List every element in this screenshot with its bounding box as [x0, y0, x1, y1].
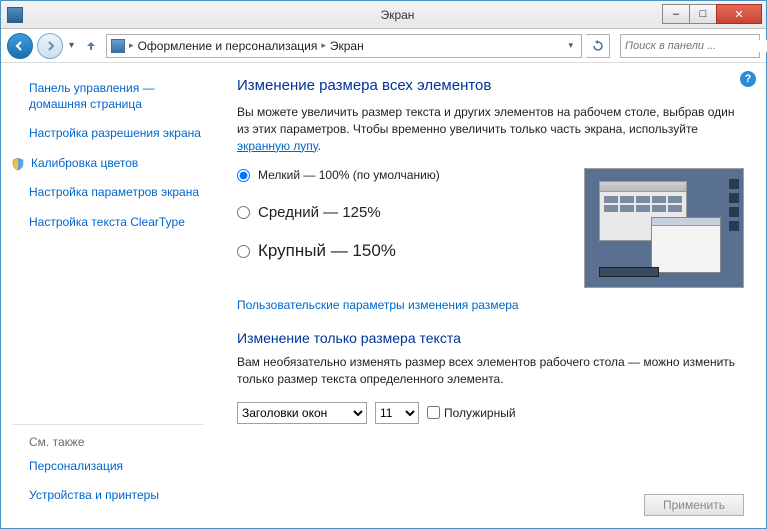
radio-medium-input[interactable] — [237, 206, 250, 219]
sidebar-item-calibration[interactable]: Калибровка цветов — [31, 156, 138, 172]
address-dropdown[interactable]: ▾ — [564, 40, 577, 51]
breadcrumb-sep: ▸ — [321, 40, 326, 51]
titlebar: Экран – □ ✕ — [1, 1, 766, 29]
radio-large-label: Крупный — 150% — [258, 241, 396, 261]
radio-small-label: Мелкий — 100% (по умолчанию) — [258, 168, 440, 182]
radio-large-input[interactable] — [237, 245, 250, 258]
back-button[interactable] — [7, 33, 33, 59]
breadcrumb-2[interactable]: Экран — [330, 39, 364, 53]
sidebar-item-cleartype[interactable]: Настройка текста ClearType — [29, 215, 203, 231]
recent-dropdown[interactable]: ▾ — [69, 40, 74, 51]
magnifier-link[interactable]: экранную лупу — [237, 139, 318, 153]
app-icon — [7, 7, 23, 23]
bold-checkbox[interactable] — [427, 406, 440, 419]
refresh-button[interactable] — [586, 34, 610, 58]
radio-medium-label: Средний — 125% — [258, 204, 381, 221]
navbar: ▾ ▸ Оформление и персонализация ▸ Экран … — [1, 29, 766, 63]
main-panel: ? Изменение размера всех элементов Вы мо… — [215, 63, 766, 528]
breadcrumb-sep: ▸ — [129, 40, 134, 51]
radio-medium[interactable]: Средний — 125% — [237, 204, 560, 221]
size-radio-group: Мелкий — 100% (по умолчанию) Средний — 1… — [237, 168, 560, 281]
custom-sizing-link[interactable]: Пользовательские параметры изменения раз… — [237, 298, 519, 312]
sidebar-item-resolution[interactable]: Настройка разрешения экрана — [29, 126, 203, 142]
description-1: Вы можете увеличить размер текста и друг… — [237, 104, 744, 154]
preview-image — [584, 168, 744, 288]
sidebar-item-display-settings[interactable]: Настройка параметров экрана — [29, 185, 203, 201]
bold-label: Полужирный — [444, 406, 516, 420]
breadcrumb-1[interactable]: Оформление и персонализация — [138, 39, 318, 53]
arrow-right-icon — [44, 40, 56, 52]
up-button[interactable] — [80, 35, 102, 57]
radio-small[interactable]: Мелкий — 100% (по умолчанию) — [237, 168, 560, 182]
heading-resize-all: Изменение размера всех элементов — [237, 77, 744, 94]
search-box[interactable] — [620, 34, 760, 58]
help-button[interactable]: ? — [740, 71, 756, 87]
description-2: Вам необязательно изменять размер всех э… — [237, 354, 744, 388]
bold-checkbox-label[interactable]: Полужирный — [427, 406, 516, 420]
search-input[interactable] — [625, 40, 767, 52]
close-button[interactable]: ✕ — [716, 4, 762, 24]
maximize-button[interactable]: □ — [689, 4, 717, 24]
apply-button[interactable]: Применить — [644, 494, 744, 516]
sidebar-see-also-personalization[interactable]: Персонализация — [29, 459, 203, 475]
heading-text-only: Изменение только размера текста — [237, 330, 744, 346]
location-icon — [111, 39, 125, 53]
sidebar: Панель управления — домашняя страница На… — [1, 63, 215, 528]
see-also-header: См. также — [29, 435, 203, 449]
minimize-button[interactable]: – — [662, 4, 690, 24]
sidebar-home-link[interactable]: Панель управления — домашняя страница — [29, 81, 203, 112]
arrow-left-icon — [14, 40, 26, 52]
forward-button[interactable] — [37, 33, 63, 59]
element-select[interactable]: Заголовки окон — [237, 402, 367, 424]
window-buttons: – □ ✕ — [663, 4, 762, 24]
refresh-icon — [592, 40, 604, 52]
address-bar[interactable]: ▸ Оформление и персонализация ▸ Экран ▾ — [106, 34, 582, 58]
shield-icon — [11, 157, 25, 171]
radio-large[interactable]: Крупный — 150% — [237, 241, 560, 261]
up-arrow-icon — [84, 39, 98, 53]
font-size-select[interactable]: 11 — [375, 402, 419, 424]
sidebar-see-also-devices[interactable]: Устройства и принтеры — [29, 488, 203, 504]
window-title: Экран — [29, 8, 766, 22]
content: Панель управления — домашняя страница На… — [1, 63, 766, 528]
radio-small-input[interactable] — [237, 169, 250, 182]
